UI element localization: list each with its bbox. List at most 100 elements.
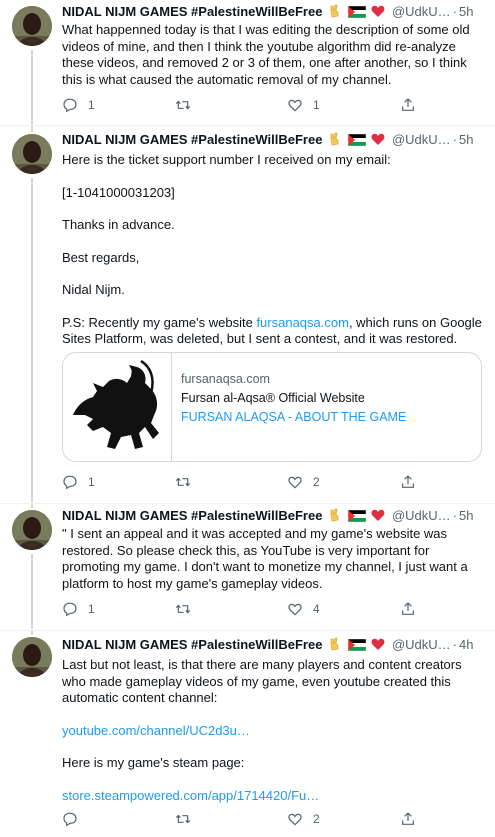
like-count: 2	[313, 475, 320, 489]
victory-hand-icon	[328, 508, 342, 526]
tweet-3[interactable]: NIDAL NIJM GAMES #PalestineWillBeFree @U…	[0, 504, 495, 629]
tweet-text: " I sent an appeal and it was accepted a…	[62, 526, 483, 592]
retweet-icon	[175, 100, 191, 110]
share-button[interactable]	[400, 95, 416, 115]
avatar[interactable]	[12, 6, 52, 46]
heart-icon	[288, 603, 302, 616]
like-count: 4	[313, 602, 320, 616]
tweet-thread: NIDAL NIJM GAMES #PalestineWillBeFree @U…	[0, 0, 495, 837]
card-title: Fursan al-Aqsa® Official Website	[181, 391, 365, 405]
ps-text: P.S: Recently my game's website	[62, 314, 257, 330]
like-button[interactable]: 2	[287, 472, 320, 492]
red-heart-icon	[371, 4, 385, 22]
tweet-text: Here is the ticket support number I rece…	[62, 152, 483, 348]
author-name[interactable]: NIDAL NIJM GAMES #PalestineWillBeFree	[62, 4, 322, 19]
retweet-button[interactable]	[175, 472, 201, 492]
tweet-time[interactable]: 4h	[459, 637, 473, 652]
tweet-header: NIDAL NIJM GAMES #PalestineWillBeFree @U…	[62, 130, 483, 150]
youtube-channel-link[interactable]: youtube.com/channel/UC2d3u…	[62, 723, 483, 740]
reply-count: 1	[88, 98, 95, 112]
tweet-time[interactable]: 5h	[459, 508, 473, 523]
author-handle[interactable]: @UdkU…	[392, 132, 451, 147]
reply-button[interactable]: 1	[62, 95, 95, 115]
author-name[interactable]: NIDAL NIJM GAMES #PalestineWillBeFree	[62, 132, 322, 147]
avatar[interactable]	[12, 134, 52, 174]
avatar-photo	[12, 6, 52, 46]
avatar-photo	[12, 510, 52, 550]
tweet-header: NIDAL NIJM GAMES #PalestineWillBeFree @U…	[62, 506, 483, 526]
author-handle[interactable]: @UdkU…	[392, 4, 451, 19]
reply-icon	[63, 475, 77, 490]
like-button[interactable]: 4	[287, 599, 320, 619]
like-button[interactable]: 1	[287, 95, 320, 115]
thread-line	[31, 126, 33, 132]
share-icon	[402, 812, 414, 825]
share-icon	[402, 602, 414, 615]
share-icon	[402, 475, 414, 488]
red-heart-icon	[371, 132, 385, 150]
tweet-1[interactable]: NIDAL NIJM GAMES #PalestineWillBeFree @U…	[0, 0, 495, 125]
retweet-icon	[175, 477, 191, 487]
heart-icon	[288, 813, 302, 826]
tweet-actions: 1 4	[62, 599, 482, 619]
like-button[interactable]: 2	[287, 809, 320, 829]
tweet-time[interactable]: 5h	[459, 132, 473, 147]
reply-icon	[63, 98, 77, 113]
share-button[interactable]	[400, 599, 416, 619]
palestine-flag-icon	[347, 508, 366, 526]
author-name[interactable]: NIDAL NIJM GAMES #PalestineWillBeFree	[62, 508, 322, 523]
card-domain: fursanaqsa.com	[181, 372, 270, 386]
thread-line	[31, 554, 33, 629]
retweet-button[interactable]	[175, 809, 201, 829]
tweet-header: NIDAL NIJM GAMES #PalestineWillBeFree @U…	[62, 2, 483, 22]
retweet-button[interactable]	[175, 95, 201, 115]
red-heart-icon	[371, 637, 385, 655]
avatar-photo	[12, 134, 52, 174]
tweet-paragraph: Here is my game's steam page:	[62, 755, 245, 770]
reply-button[interactable]: 1	[62, 599, 95, 619]
retweet-button[interactable]	[175, 599, 201, 619]
retweet-icon	[175, 604, 191, 614]
author-name[interactable]: NIDAL NIJM GAMES #PalestineWillBeFree	[62, 637, 322, 652]
tweet-actions: 1 1	[62, 95, 482, 115]
horse-rider-logo	[73, 359, 159, 449]
red-heart-icon	[371, 508, 385, 526]
retweet-icon	[175, 814, 191, 824]
heart-icon	[288, 476, 302, 489]
like-count: 2	[313, 812, 320, 826]
link-card[interactable]: fursanaqsa.com Fursan al-Aqsa® Official …	[62, 352, 482, 462]
reply-count: 1	[88, 475, 95, 489]
tweet-paragraph: " I sent an appeal and it was accepted a…	[62, 526, 468, 591]
thread-line	[31, 50, 33, 125]
share-button[interactable]	[400, 809, 416, 829]
share-button[interactable]	[400, 472, 416, 492]
thread-line	[31, 178, 33, 503]
heart-icon	[288, 99, 302, 112]
tweet-paragraph: Here is the ticket support number I rece…	[62, 152, 391, 167]
reply-button[interactable]	[62, 809, 88, 829]
steam-page-link[interactable]: store.steampowered.com/app/1714420/Fu…	[62, 788, 483, 805]
author-handle[interactable]: @UdkU…	[392, 508, 451, 523]
tweet-paragraph: P.S: Recently my game's website fursanaq…	[62, 315, 483, 348]
victory-hand-icon	[328, 132, 342, 150]
tweet-time[interactable]: 5h	[459, 4, 473, 19]
tweet-text: Last but not least, is that there are ma…	[62, 657, 483, 804]
tweet-2[interactable]: NIDAL NIJM GAMES #PalestineWillBeFree @U…	[0, 126, 495, 503]
thread-line	[31, 504, 33, 508]
card-text: fursanaqsa.com Fursan al-Aqsa® Official …	[181, 370, 406, 427]
tweet-text: What happenned today is that I was editi…	[62, 22, 483, 88]
reply-button[interactable]: 1	[62, 472, 95, 492]
tweet-4[interactable]: NIDAL NIJM GAMES #PalestineWillBeFree @U…	[0, 631, 495, 837]
avatar[interactable]	[12, 510, 52, 550]
palestine-flag-icon	[347, 637, 366, 655]
card-description: FURSAN ALAQSA - ABOUT THE GAME	[181, 410, 407, 424]
tweet-paragraph: What happenned today is that I was editi…	[62, 22, 470, 87]
website-link[interactable]: fursanaqsa.com	[256, 315, 349, 330]
author-handle[interactable]: @UdkU…	[392, 637, 451, 652]
like-count: 1	[313, 98, 320, 112]
tweet-paragraph: Nidal Nijm.	[62, 282, 125, 297]
share-icon	[402, 98, 414, 111]
card-thumbnail	[63, 353, 172, 461]
avatar[interactable]	[12, 637, 52, 677]
reply-icon	[63, 602, 77, 617]
